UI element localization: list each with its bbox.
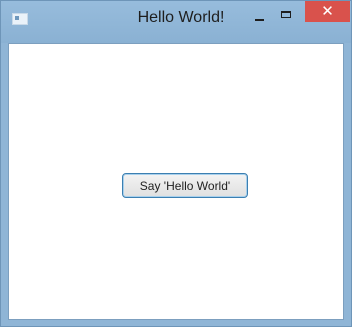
say-hello-button[interactable]: Say 'Hello World'	[122, 173, 248, 198]
window-title: Hello World!	[137, 9, 225, 26]
close-icon: ✕	[321, 2, 334, 20]
window-content: Say 'Hello World'	[8, 43, 344, 320]
app-icon[interactable]	[12, 13, 28, 25]
application-window: Hello World! ✕ Say 'Hello World'	[0, 0, 352, 327]
close-button[interactable]: ✕	[305, 1, 350, 22]
minimize-button[interactable]	[250, 5, 270, 27]
title-bar[interactable]: Hello World! ✕	[1, 1, 351, 43]
maximize-button[interactable]	[276, 5, 298, 27]
